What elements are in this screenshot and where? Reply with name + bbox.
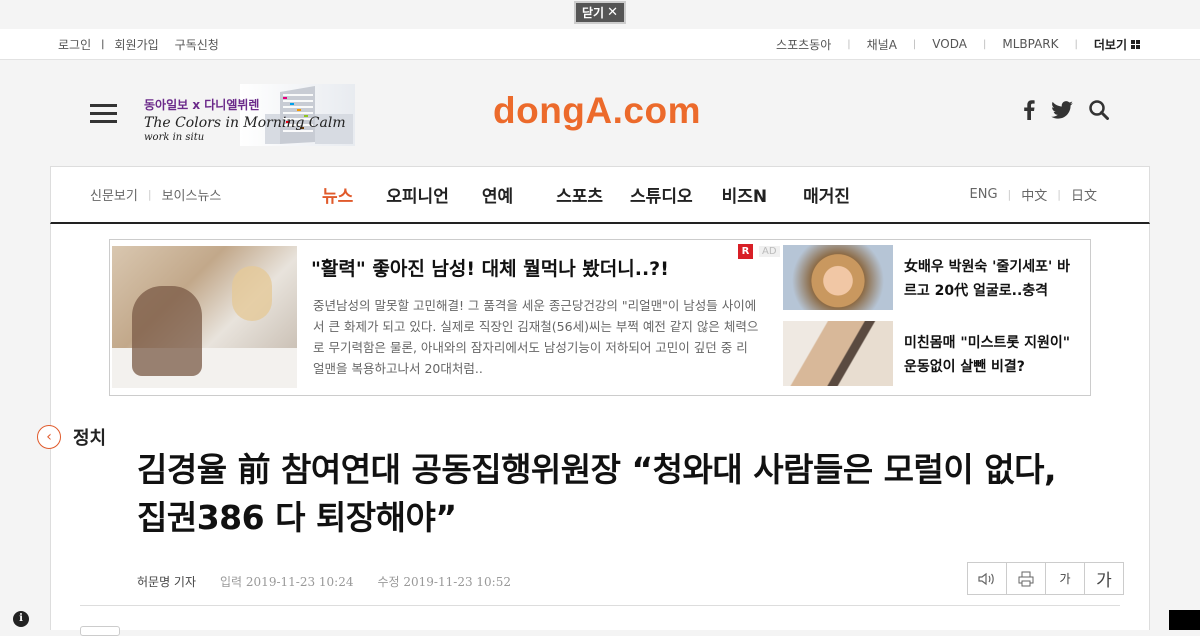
promo-subtitle: The Colors in Morning Calm: [144, 115, 346, 131]
close-label: 닫기: [582, 6, 605, 20]
utility-bar: 로그인 | 회원가입 구독신청 스포츠동아 | 채널A | VODA | MLB…: [0, 29, 1200, 60]
promo-title: 동아일보 x 다니엘뷔렌: [144, 98, 260, 112]
info-icon[interactable]: i: [13, 611, 29, 627]
ad-image[interactable]: [112, 246, 297, 388]
menu-icon[interactable]: [90, 104, 118, 124]
more-label: 더보기: [1093, 37, 1127, 52]
ad-side-text[interactable]: 미친몸매 "미스트롯 지원이" 운동없이 살뺀 비결?: [904, 331, 1079, 379]
tab-sports[interactable]: 스포츠: [556, 182, 603, 207]
tab-studio[interactable]: 스튜디오: [630, 182, 693, 207]
grid-icon: [1131, 39, 1140, 49]
ad-title[interactable]: "활력" 좋아진 남성! 대체 뭘먹나 봤더니..?!: [311, 254, 669, 281]
print-icon[interactable]: [1006, 563, 1045, 594]
divider: |: [1074, 38, 1078, 50]
published-time: 입력 2019-11-23 10:24: [220, 575, 354, 589]
article-byline: 허문명 기자 입력 2019-11-23 10:24 수정 2019-11-23…: [137, 573, 511, 590]
divider: |: [1057, 188, 1061, 201]
divider: |: [982, 38, 987, 50]
mlbpark-link[interactable]: MLBPARK: [1002, 37, 1058, 51]
close-icon: ✕: [607, 5, 618, 20]
tab-magazine[interactable]: 매거진: [803, 182, 850, 207]
divider: |: [147, 188, 152, 201]
header-icons: [1023, 100, 1109, 124]
font-larger-icon[interactable]: 가: [1084, 563, 1123, 594]
voda-link[interactable]: VODA: [932, 37, 967, 51]
ad-side-thumbnail[interactable]: [783, 245, 893, 310]
more-button[interactable]: 더보기: [1094, 36, 1140, 53]
category-label[interactable]: 정치: [73, 424, 106, 450]
article-headline: 김경율 前 참여연대 공동집행위원장 “청와대 사람들은 모럴이 없다, 집권3…: [137, 450, 1057, 537]
nav-voicenews[interactable]: 보이스뉴스: [162, 185, 222, 204]
subscribe-link[interactable]: 구독신청: [175, 36, 219, 53]
ad-body[interactable]: 중년남성의 말못할 고민해결! 그 품격을 세운 종근당건강의 "리얼맨"이 남…: [313, 295, 759, 379]
speaker-icon[interactable]: [968, 563, 1006, 594]
modified-time: 수정 2019-11-23 10:52: [377, 575, 511, 589]
signup-link[interactable]: 회원가입: [115, 36, 159, 53]
nav-newspaper[interactable]: 신문보기: [90, 185, 138, 204]
promo-caption: work in situ: [144, 132, 205, 143]
ad-side-thumbnail[interactable]: [783, 321, 893, 386]
lang-chinese[interactable]: 中文: [1021, 185, 1047, 204]
content-edge: [80, 626, 120, 636]
tab-entertainment[interactable]: 연예: [482, 182, 513, 207]
divider: [80, 605, 1120, 606]
promo-banner[interactable]: 동아일보 x 다니엘뷔렌 The Colors in Morning Calm …: [140, 84, 355, 146]
lang-eng[interactable]: ENG: [970, 187, 998, 202]
divider: |: [912, 38, 917, 50]
tab-news[interactable]: 뉴스: [322, 182, 353, 207]
scroll-top-button[interactable]: [1169, 610, 1200, 630]
back-arrow-icon[interactable]: ‹: [37, 425, 61, 449]
ad-banner[interactable]: "활력" 좋아진 남성! 대체 뭘먹나 봤더니..?! 중년남성의 말못할 고민…: [109, 239, 1091, 396]
search-icon[interactable]: [1089, 100, 1109, 124]
close-ad-button[interactable]: 닫기 ✕: [574, 1, 626, 24]
lang-japanese[interactable]: 日文: [1071, 185, 1097, 204]
category-breadcrumb: ‹ 정치: [37, 424, 106, 450]
ad-mark-icon: R: [738, 244, 753, 259]
divider: |: [1007, 188, 1012, 201]
twitter-icon[interactable]: [1051, 101, 1073, 123]
ad-label: AD: [759, 246, 780, 257]
divider: |: [847, 38, 851, 50]
sportsdonga-link[interactable]: 스포츠동아: [776, 36, 831, 53]
article-tools: 가 가: [967, 562, 1124, 595]
login-link[interactable]: 로그인: [58, 36, 91, 53]
site-logo[interactable]: dongA.com: [493, 90, 701, 132]
ad-side-item[interactable]: 미친몸매 "미스트롯 지원이" 운동없이 살뺀 비결?: [783, 321, 1083, 386]
facebook-icon[interactable]: [1023, 100, 1035, 124]
ad-side-item[interactable]: 女배우 박원숙 '줄기세포' 바르고 20代 얼굴로..충격: [783, 245, 1083, 310]
tab-opinion[interactable]: 오피니언: [386, 182, 449, 207]
tab-bizn[interactable]: 비즈N: [722, 182, 768, 207]
main-nav: 신문보기 | 보이스뉴스 뉴스 오피니언 연예 스포츠 스튜디오 비즈N 매거진…: [50, 166, 1150, 224]
font-smaller-icon[interactable]: 가: [1045, 563, 1084, 594]
channela-link[interactable]: 채널A: [867, 36, 897, 53]
divider: |: [101, 38, 105, 50]
author-name[interactable]: 허문명 기자: [137, 573, 196, 590]
ad-side-text[interactable]: 女배우 박원숙 '줄기세포' 바르고 20代 얼굴로..충격: [904, 255, 1079, 303]
